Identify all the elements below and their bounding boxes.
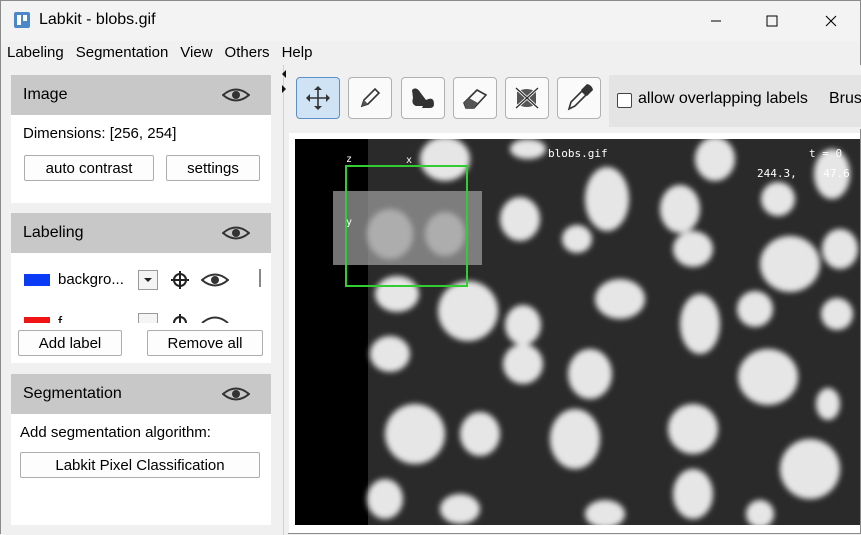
eyedropper-tool-button[interactable] — [557, 77, 601, 119]
labkit-app-icon — [14, 12, 30, 28]
minimize-button[interactable] — [687, 1, 745, 41]
pencil-tool-button[interactable] — [348, 77, 392, 119]
remove-all-button[interactable]: Remove all — [147, 330, 263, 356]
cursor-coords-overlay: 244.3, 47.6 — [757, 167, 850, 180]
eye-icon[interactable] — [201, 272, 229, 288]
brush-size-label: Brus — [829, 90, 861, 107]
label-list: backgro... f — [11, 253, 271, 323]
menu-help[interactable]: Help — [276, 41, 319, 65]
label-color-swatch[interactable] — [24, 274, 50, 286]
close-icon — [825, 15, 837, 27]
close-button[interactable] — [802, 1, 860, 41]
labeling-panel-title: Labeling — [23, 224, 84, 241]
eraser-tool-button[interactable] — [453, 77, 497, 119]
time-overlay: t = 0 — [809, 147, 842, 160]
label-name: backgro... — [58, 271, 124, 288]
panel-splitter[interactable] — [281, 65, 289, 535]
image-viewer[interactable]: z x y blobs.gif t = 0 244.3, 47.6 — [295, 139, 860, 525]
crosshair-icon[interactable] — [170, 270, 190, 290]
flood-fill-icon — [412, 88, 434, 108]
maximize-icon — [766, 15, 778, 27]
label-dropdown[interactable] — [138, 313, 158, 323]
image-panel: Image Dimensions: [256, 254] auto contra… — [11, 75, 271, 203]
move-tool-button[interactable] — [296, 77, 340, 119]
eye-icon[interactable] — [222, 225, 250, 241]
menu-labeling[interactable]: Labeling — [1, 41, 70, 65]
label-row[interactable]: f — [11, 308, 251, 323]
image-panel-title: Image — [23, 86, 68, 103]
flood-erase-tool-button[interactable] — [505, 77, 549, 119]
label-dropdown[interactable] — [138, 270, 158, 290]
image-name-overlay: blobs.gif — [548, 147, 608, 160]
segmentation-prompt: Add segmentation algorithm: — [20, 424, 211, 441]
axis-x-label: x — [406, 155, 412, 166]
eraser-icon — [463, 89, 488, 109]
window-title: Labkit - blobs.gif — [39, 11, 156, 28]
navigator-overview — [333, 191, 482, 265]
menu-others[interactable]: Others — [219, 41, 276, 65]
label-row[interactable]: backgro... — [11, 265, 251, 295]
menu-view[interactable]: View — [174, 41, 218, 65]
viewer-frame: z x y blobs.gif t = 0 244.3, 47.6 — [289, 133, 860, 533]
crosshair-icon[interactable] — [170, 313, 190, 323]
labkit-pixel-classification-button[interactable]: Labkit Pixel Classification — [20, 452, 260, 478]
chevron-down-icon — [144, 278, 152, 282]
add-label-button[interactable]: Add label — [18, 330, 122, 356]
eye-icon[interactable] — [201, 315, 229, 323]
auto-contrast-button[interactable]: auto contrast — [24, 155, 154, 181]
blobs-image[interactable]: z x y blobs.gif t = 0 244.3, 47.6 — [295, 139, 860, 525]
label-list-scrollbar[interactable] — [259, 269, 261, 287]
axis-y-label: y — [346, 217, 352, 228]
maximize-button[interactable] — [743, 1, 801, 41]
flood-erase-icon — [514, 86, 540, 110]
collapse-arrows-icon[interactable] — [281, 69, 289, 93]
title-bar: Labkit - blobs.gif — [1, 1, 860, 41]
segmentation-panel: Segmentation Add segmentation algorithm:… — [11, 374, 271, 525]
flood-fill-tool-button[interactable] — [401, 77, 445, 119]
labeling-panel-header[interactable]: Labeling — [11, 213, 271, 253]
axis-z-label: z — [346, 154, 352, 165]
app-window: Labkit - blobs.gif Labeling Segmentation… — [0, 0, 861, 535]
allow-overlapping-checkbox[interactable] — [617, 93, 632, 108]
labeling-actions: Add label Remove all — [11, 323, 271, 363]
left-panel: Image Dimensions: [256, 254] auto contra… — [1, 65, 283, 535]
image-dimensions: Dimensions: [256, 254] — [23, 125, 177, 142]
menu-segmentation[interactable]: Segmentation — [70, 41, 175, 65]
allow-overlapping-label[interactable]: allow overlapping labels — [638, 90, 808, 108]
pencil-icon — [360, 87, 381, 108]
image-panel-header[interactable]: Image — [11, 75, 271, 115]
segmentation-panel-title: Segmentation — [23, 385, 122, 402]
tool-options: allow overlapping labels Brus — [609, 75, 861, 127]
eye-icon[interactable] — [222, 87, 250, 103]
move-tool-icon — [306, 86, 330, 110]
eye-icon[interactable] — [222, 386, 250, 402]
image-settings-button[interactable]: settings — [166, 155, 260, 181]
segmentation-panel-header[interactable]: Segmentation — [11, 374, 271, 414]
labeling-panel: Labeling backgro... f Add label Remove a… — [11, 213, 271, 363]
tool-bar: allow overlapping labels Brus — [289, 65, 861, 129]
eyedropper-icon — [567, 84, 593, 111]
menu-bar: Labeling Segmentation View Others Help — [1, 41, 860, 65]
minimize-icon — [711, 20, 721, 22]
label-name: f — [58, 314, 63, 323]
